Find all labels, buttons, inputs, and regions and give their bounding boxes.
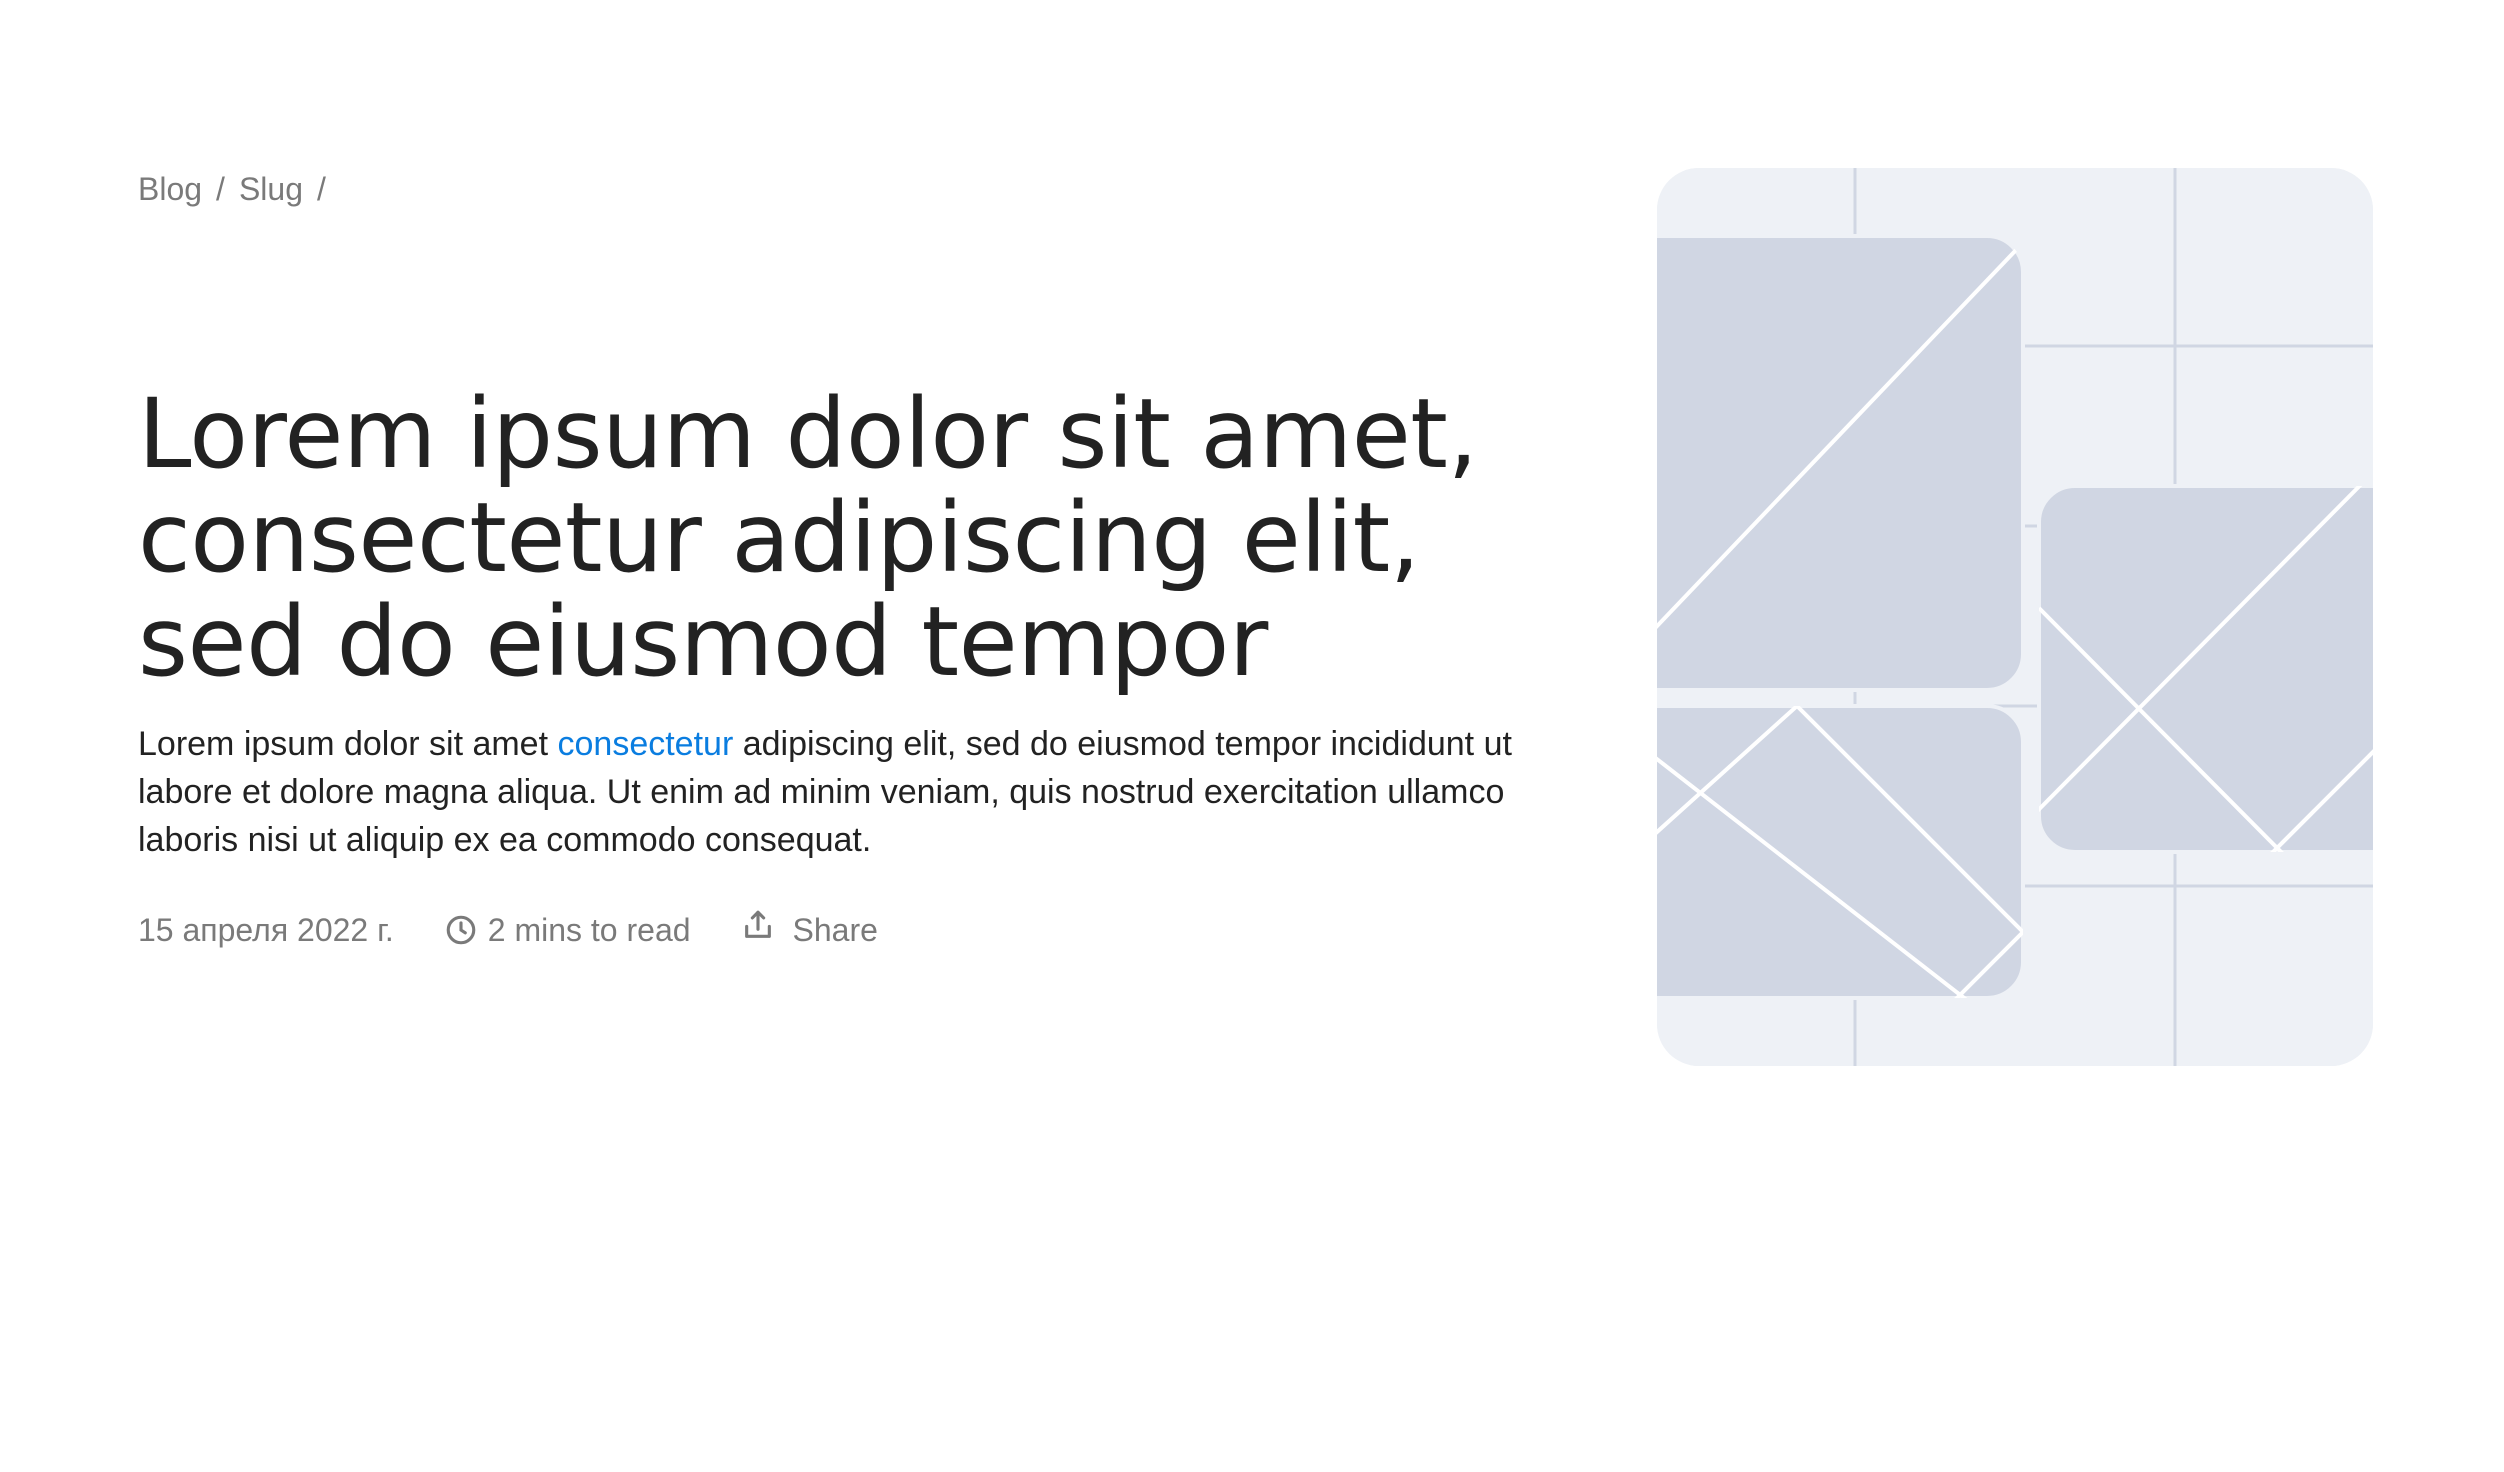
lead-link[interactable]: consectetur xyxy=(558,725,734,763)
lead-text: Lorem ipsum dolor sit amet xyxy=(138,725,558,763)
article-title-line: sed do eiusmod tempor xyxy=(138,586,1268,698)
breadcrumb-separator: / xyxy=(216,170,225,207)
read-time: 2 mins to read xyxy=(444,912,691,949)
hero-tile-1 xyxy=(1657,234,2025,692)
article-header: Blog / Slug / Lorem ipsum dolor sit amet… xyxy=(138,160,1538,954)
clock-icon xyxy=(444,913,478,947)
article-meta: 15 апреля 2022 г. 2 mins to read Share xyxy=(138,906,1538,954)
placeholder-image-icon xyxy=(1657,168,2373,1066)
lead-line: Lorem ipsum dolor sit amet consectetur a… xyxy=(138,720,1558,768)
share-button[interactable]: Share xyxy=(741,910,878,949)
share-label: Share xyxy=(792,911,878,948)
share-icon xyxy=(741,908,775,942)
read-time-label: 2 mins to read xyxy=(487,911,691,948)
breadcrumb-separator: / xyxy=(316,170,326,207)
lead-text: adipiscing elit, sed do eiusmod tempor i… xyxy=(733,725,1512,763)
article-title-line: consectetur adipiscing elit, xyxy=(138,482,1420,594)
lead-line: labore et dolore magna aliqua. Ut enim a… xyxy=(138,773,1505,811)
article-lead: Lorem ipsum dolor sit amet consectetur a… xyxy=(138,720,1558,864)
breadcrumb-item-slug[interactable]: Slug xyxy=(239,171,303,208)
hero-image-placeholder xyxy=(1657,168,2373,1066)
lead-line: laboris nisi ut aliquip ex ea commodo co… xyxy=(138,821,872,859)
article-title-line: Lorem ipsum dolor sit amet, xyxy=(138,378,1478,490)
breadcrumb-item-blog[interactable]: Blog xyxy=(138,171,202,208)
breadcrumb: Blog / Slug / xyxy=(138,160,1538,218)
article-title: Lorem ipsum dolor sit amet, consectetur … xyxy=(138,382,1618,694)
hero-tile-3 xyxy=(1657,704,2025,1000)
publish-date: 15 апреля 2022 г. xyxy=(138,911,394,948)
